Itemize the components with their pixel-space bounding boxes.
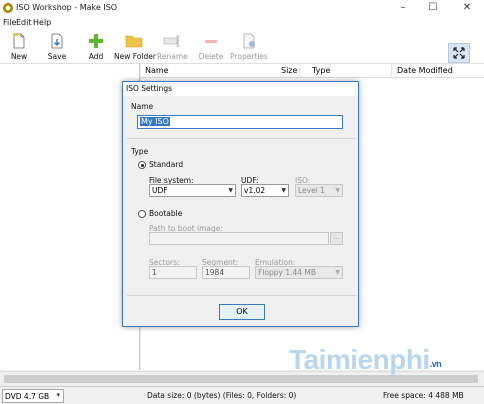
sectors-input[interactable]: 1 [149,266,197,279]
delete-button[interactable]: Delete [196,30,226,64]
iso-level-value: Level 1 [298,186,325,195]
standard-radio[interactable] [138,161,146,169]
type-label: Type [131,147,149,156]
chevron-down-icon: ▼ [281,187,286,194]
udf-version-value: v1.02 [244,186,266,195]
column-name[interactable]: Name [145,66,169,75]
rename-button[interactable]: Rename [157,30,188,64]
segment-input[interactable]: 1984 [202,266,250,279]
ok-button[interactable]: OK [219,304,265,320]
window-title: ISO Workshop - Make ISO [16,3,118,12]
column-type[interactable]: Type [312,66,330,75]
disk-size-value: DVD 4.7 GB [5,392,50,401]
new-file-icon [13,33,25,49]
folder-tree-pane[interactable] [0,64,140,370]
divider [127,295,356,296]
file-system-select[interactable]: UDF ▼ [149,184,236,197]
iso-settings-dialog: ISO Settings Name My ISO Type Standard F… [122,81,359,327]
title-bar: ISO Workshop - Make ISO – ☐ ✕ [0,0,484,17]
add-button[interactable]: Add [82,30,110,64]
file-system-value: UDF [152,186,168,195]
close-button[interactable]: ✕ [452,0,482,17]
column-date-modified[interactable]: Date Modified [397,66,453,75]
iso-name-input[interactable]: My ISO [137,115,343,129]
rename-icon [163,35,180,47]
iso-name-value: My ISO [140,117,170,126]
bootable-radio[interactable] [138,210,146,218]
dialog-title: ISO Settings [123,82,358,96]
menu-bar: File Edit Help [0,17,484,30]
new-button[interactable]: New [4,30,34,64]
menu-edit[interactable]: Edit [16,18,32,27]
chevron-down-icon: ▾ [56,391,60,399]
maximize-button[interactable]: ☐ [418,0,448,17]
column-separator [299,64,300,78]
standard-label: Standard [149,160,184,169]
data-size-text: Data size: 0 (bytes) (Files: 0, Folders:… [147,391,297,400]
name-label: Name [131,102,154,111]
menu-help[interactable]: Help [33,18,51,27]
emulation-value: Floppy 1.44 MB [258,268,317,277]
properties-icon [243,33,255,49]
save-button[interactable]: Save [42,30,72,64]
app-icon [3,3,13,13]
minimize-button[interactable]: – [388,0,418,17]
chevron-down-icon: ▼ [335,187,340,194]
scrollbar-thumb[interactable] [4,375,478,383]
browse-button[interactable]: ... [330,232,343,245]
save-file-icon [51,33,63,49]
expand-button[interactable] [448,43,470,63]
expand-icon [453,47,465,59]
divider [127,138,356,139]
delete-icon [205,40,217,43]
udf-version-select[interactable]: v1.02 ▼ [241,184,289,197]
disk-size-select[interactable]: DVD 4.7 GB ▾ [2,389,64,403]
free-space-text: Free space: 4 488 MB [383,391,464,400]
bootable-label: Bootable [149,209,183,218]
new-folder-button[interactable]: New Folder [114,30,156,64]
folder-icon [125,35,143,48]
menu-file[interactable]: File [3,18,16,27]
boot-path-input[interactable] [149,232,329,245]
properties-button[interactable]: Properties [230,30,268,64]
chevron-down-icon: ▼ [228,187,233,194]
watermark-logo: Taimienphi.vn [289,344,442,375]
status-bar: DVD 4.7 GB ▾ Data size: 0 (bytes) (Files… [0,386,484,404]
chevron-down-icon: ▼ [335,269,340,276]
plus-icon [89,34,103,48]
list-header: Name Size Type Date Modified [141,64,484,78]
column-separator [391,64,392,78]
column-size[interactable]: Size [281,66,297,75]
iso-level-select[interactable]: Level 1 ▼ [295,184,343,197]
emulation-select[interactable]: Floppy 1.44 MB ▼ [255,266,343,279]
toolbar: New Save Add New Folder Rename Delete Pr… [0,30,484,64]
